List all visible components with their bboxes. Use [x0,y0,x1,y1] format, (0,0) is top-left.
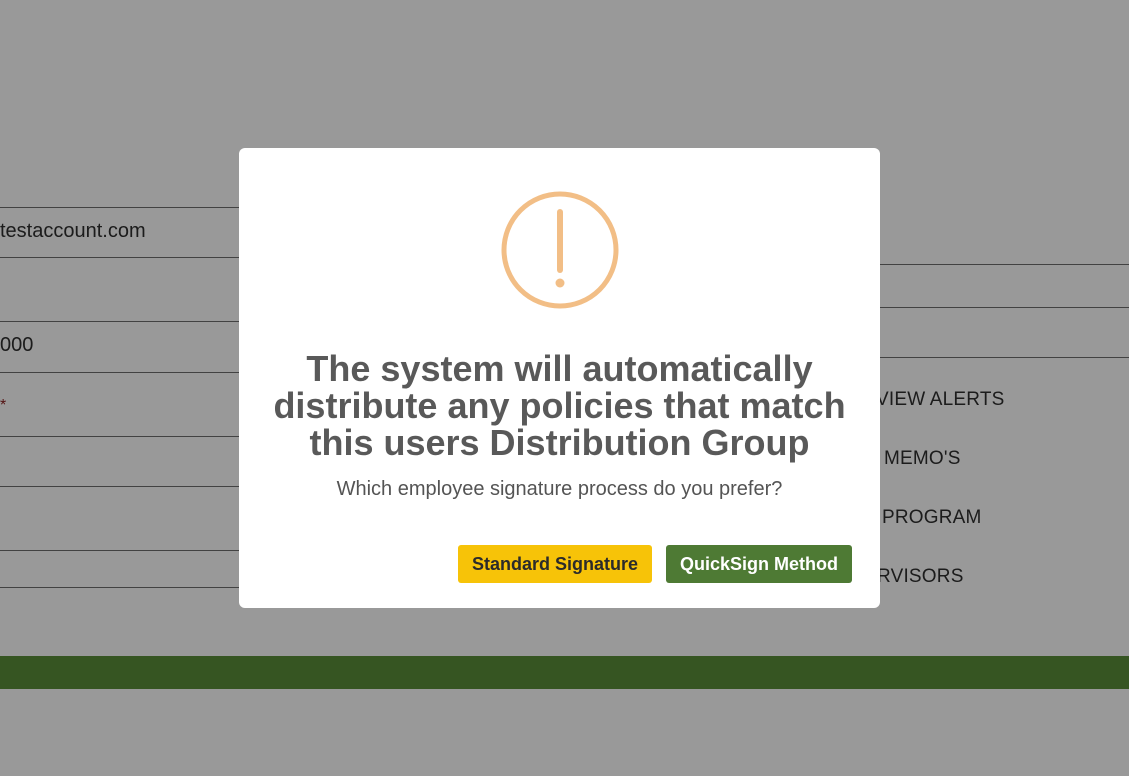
quicksign-method-button[interactable]: QuickSign Method [666,545,852,583]
dialog-title: The system will automatically distribute… [273,348,846,463]
confirmation-dialog: The system will automatically distribute… [239,148,880,608]
dialog-subtitle: Which employee signature process do you … [336,478,783,500]
standard-signature-button[interactable]: Standard Signature [458,545,652,583]
warning-exclamation-icon [501,191,619,309]
